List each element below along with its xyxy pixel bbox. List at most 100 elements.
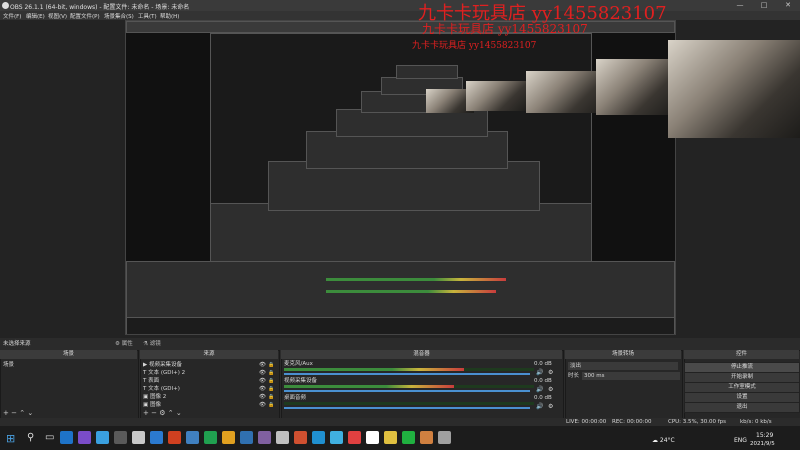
properties-button[interactable]: ⚙ 属性 xyxy=(115,340,133,348)
taskbar-app-icon[interactable] xyxy=(96,431,109,444)
taskbar-app-icon[interactable] xyxy=(150,431,163,444)
menu-tools[interactable]: 工具(T) xyxy=(138,12,157,20)
add-icon[interactable]: + xyxy=(143,409,149,417)
search-icon[interactable]: ⚲ xyxy=(27,432,34,443)
gear-icon[interactable]: ⚙ xyxy=(548,369,553,376)
menu-edit[interactable]: 编辑(E) xyxy=(26,12,45,20)
volume-slider[interactable] xyxy=(284,407,530,409)
windows-start-icon[interactable]: ⊞ xyxy=(6,432,15,445)
taskbar-app-icon[interactable] xyxy=(366,431,379,444)
clock-date[interactable]: 2021/9/5 xyxy=(750,441,775,447)
menu-profile[interactable]: 配置文件(P) xyxy=(70,12,100,20)
mixer-dock xyxy=(281,350,564,428)
volume-meter-fill xyxy=(284,385,454,388)
webcam-image xyxy=(466,81,526,111)
eye-icon[interactable]: 👁 xyxy=(259,377,266,385)
taskbar-app-icon[interactable] xyxy=(204,431,217,444)
eye-icon[interactable]: 👁 xyxy=(259,401,266,409)
taskbar-app-icon[interactable] xyxy=(312,431,325,444)
duration-label: 时长 xyxy=(568,373,580,379)
taskbar-app-icon[interactable] xyxy=(276,431,289,444)
source-item[interactable]: ▶ 视频采集设备 👁 🔒 xyxy=(143,361,275,369)
speaker-icon[interactable]: 🔊 xyxy=(536,369,543,376)
speaker-icon[interactable]: 🔊 xyxy=(536,386,543,393)
nested-meter xyxy=(326,290,496,293)
taskbar-app-icon[interactable] xyxy=(60,431,73,444)
taskbar-app-icon[interactable] xyxy=(348,431,361,444)
menu-file[interactable]: 文件(F) xyxy=(3,12,21,20)
eye-icon[interactable]: 👁 xyxy=(259,361,266,369)
watermark-line-2: 九卡卡玩具店 yy1455823107 xyxy=(422,22,588,36)
taskbar-app-icon[interactable] xyxy=(186,431,199,444)
obs-logo-icon xyxy=(2,2,9,9)
taskbar-app-icon[interactable] xyxy=(132,431,145,444)
source-label: 图像 xyxy=(149,402,161,408)
eye-icon[interactable]: 👁 xyxy=(259,393,266,401)
arrow-down-icon[interactable]: ⌄ xyxy=(176,409,182,417)
taskbar-app-icon[interactable] xyxy=(420,431,433,444)
webcam-image xyxy=(526,71,606,113)
filters-button[interactable]: ⚗ 滤镜 xyxy=(143,340,161,348)
scene-item[interactable]: 场景 xyxy=(3,361,133,369)
taskbar-app-icon[interactable] xyxy=(330,431,343,444)
volume-meter xyxy=(284,402,534,405)
arrow-up-icon[interactable]: ⌃ xyxy=(168,409,174,417)
add-icon[interactable]: + xyxy=(3,409,9,417)
source-item[interactable]: T 文本 (GDI+) 👁 🔒 xyxy=(143,385,275,393)
taskbar-app-icon[interactable] xyxy=(384,431,397,444)
mixer-channel-name: 桌面音频 xyxy=(284,395,307,401)
maximize-button[interactable]: □ xyxy=(752,0,776,11)
minimize-button[interactable]: — xyxy=(728,0,752,11)
task-view-icon[interactable]: ▭ xyxy=(45,432,54,443)
mixer-channel-name: 视频采集设备 xyxy=(284,378,318,384)
eye-icon[interactable]: 👁 xyxy=(259,385,266,393)
gear-icon[interactable]: ⚙ xyxy=(159,409,165,417)
taskbar-app-icon[interactable] xyxy=(402,431,415,444)
source-item[interactable]: T 表面 👁 🔒 xyxy=(143,377,275,385)
source-item[interactable]: ▣ 图像 2 👁 🔒 xyxy=(143,393,275,401)
taskbar-app-icon[interactable] xyxy=(294,431,307,444)
transition-select[interactable]: 淡出 xyxy=(568,362,678,370)
taskbar-app-icon[interactable] xyxy=(114,431,127,444)
menu-bar: 文件(F) 编辑(E) 视图(V) 配置文件(P) 场景集合(S) 工具(T) … xyxy=(0,11,800,20)
taskbar-app-icon[interactable] xyxy=(240,431,253,444)
menu-help[interactable]: 帮助(H) xyxy=(160,12,179,20)
source-label: 图像 2 xyxy=(149,394,167,400)
lock-icon[interactable]: 🔒 xyxy=(268,361,274,369)
scenes-toolbar: + − ⌃ ⌄ xyxy=(3,409,33,418)
duration-input[interactable]: 300 ms xyxy=(582,372,680,380)
lock-icon[interactable]: 🔒 xyxy=(268,385,274,393)
arrow-up-icon[interactable]: ⌃ xyxy=(19,409,25,417)
menu-view[interactable]: 视图(V) xyxy=(48,12,67,20)
arrow-down-icon[interactable]: ⌄ xyxy=(27,409,33,417)
gear-icon[interactable]: ⚙ xyxy=(548,386,553,393)
remove-icon[interactable]: − xyxy=(11,409,17,417)
lock-icon[interactable]: 🔒 xyxy=(268,393,274,401)
taskbar-app-icon[interactable] xyxy=(168,431,181,444)
exit-button[interactable]: 退出 xyxy=(684,402,800,413)
volume-slider[interactable] xyxy=(284,390,530,392)
transitions-header: 场景转场 xyxy=(565,350,681,359)
remove-icon[interactable]: − xyxy=(151,409,157,417)
lock-icon[interactable]: 🔒 xyxy=(268,401,274,409)
input-method[interactable]: ENG xyxy=(734,437,747,444)
weather-icon[interactable]: ☁ 24°C xyxy=(652,437,675,444)
source-item[interactable]: ▣ 图像 👁 🔒 xyxy=(143,401,275,409)
source-item[interactable]: T 文本 (GDI+) 2 👁 🔒 xyxy=(143,369,275,377)
close-button[interactable]: ✕ xyxy=(776,0,800,11)
lock-icon[interactable]: 🔒 xyxy=(268,377,274,385)
menu-scene-collection[interactable]: 场景集合(S) xyxy=(104,12,134,20)
taskbar-app-icon[interactable] xyxy=(258,431,271,444)
nested-dock-1 xyxy=(210,203,592,265)
taskbar-app-icon[interactable] xyxy=(78,431,91,444)
lock-icon[interactable]: 🔒 xyxy=(268,369,274,377)
clock-time[interactable]: 15:29 xyxy=(756,432,773,439)
nested-dock-4 xyxy=(336,109,488,137)
eye-icon[interactable]: 👁 xyxy=(259,369,266,377)
image-icon: ▣ xyxy=(143,394,150,400)
volume-slider[interactable] xyxy=(284,373,530,375)
taskbar-app-icon[interactable] xyxy=(438,431,451,444)
gear-icon[interactable]: ⚙ xyxy=(548,403,553,410)
speaker-icon[interactable]: 🔊 xyxy=(536,403,543,410)
taskbar-app-icon[interactable] xyxy=(222,431,235,444)
